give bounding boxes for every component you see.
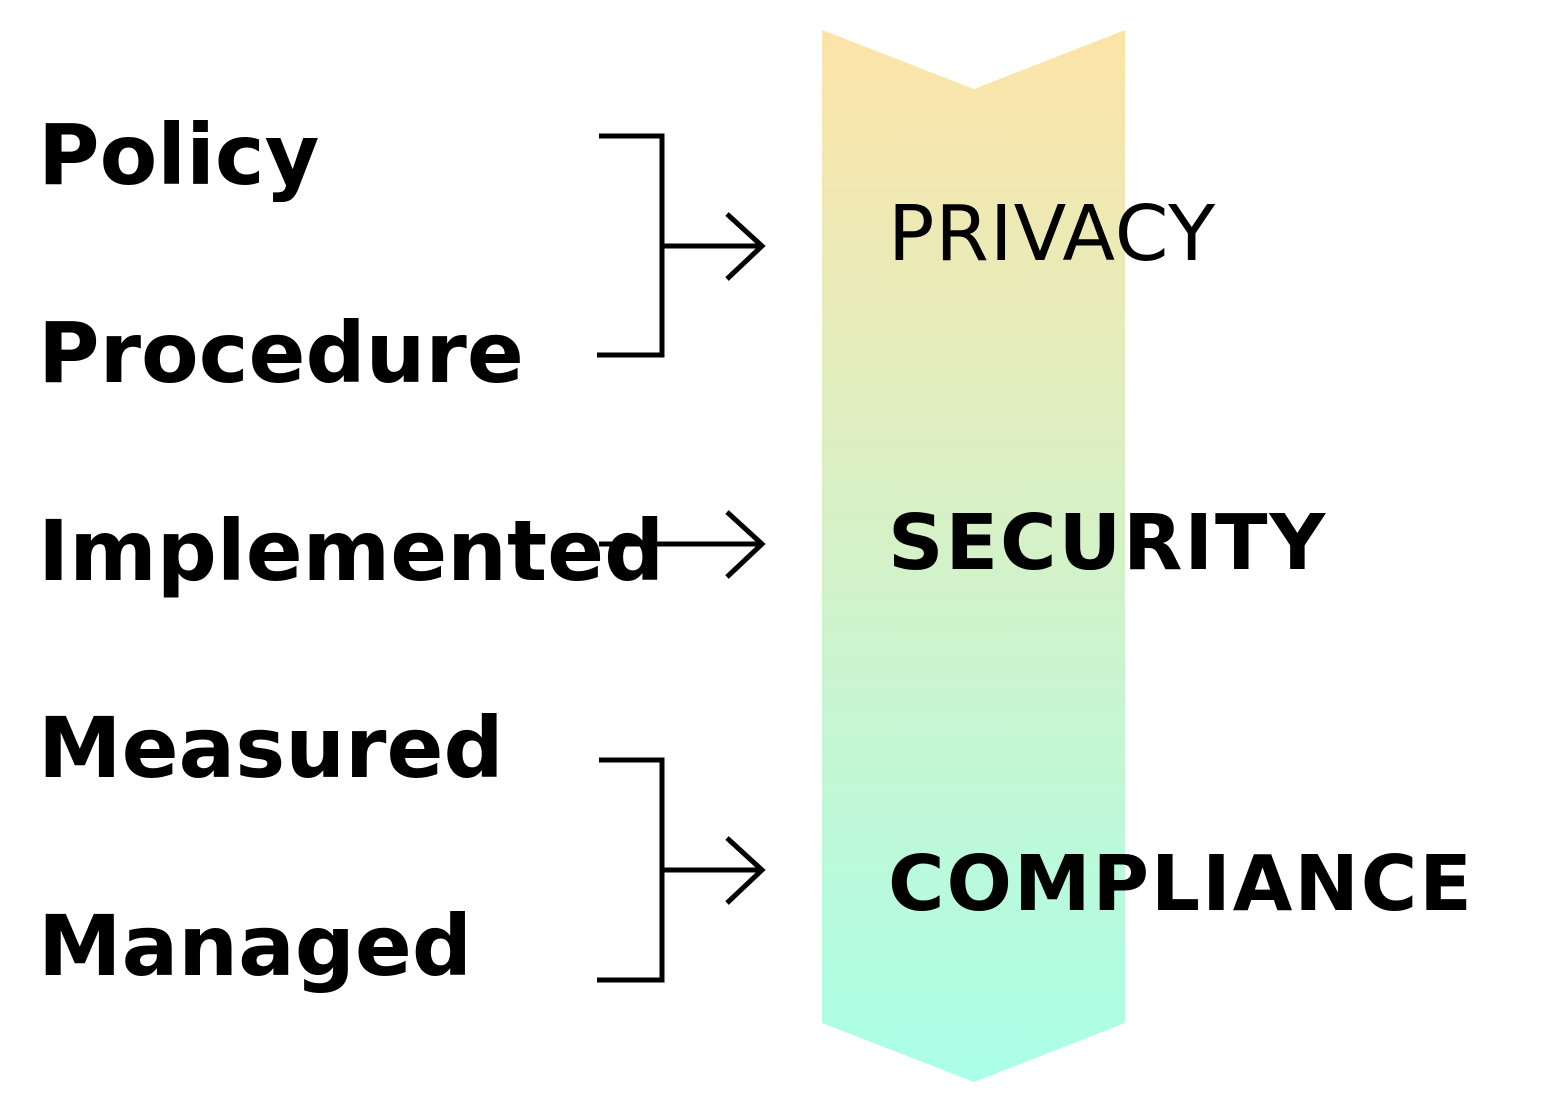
bracket-top [597,133,665,358]
outcome-security: SECURITY [888,499,1328,588]
label-managed: Managed [38,897,472,995]
label-procedure: Procedure [38,304,524,402]
label-measured: Measured [38,699,504,797]
label-policy: Policy [38,106,320,204]
bracket-bottom [597,757,665,983]
outcome-compliance: COMPLIANCE [888,840,1474,929]
outcome-privacy: PRIVACY [888,190,1217,279]
label-implemented: Implemented [38,502,665,600]
